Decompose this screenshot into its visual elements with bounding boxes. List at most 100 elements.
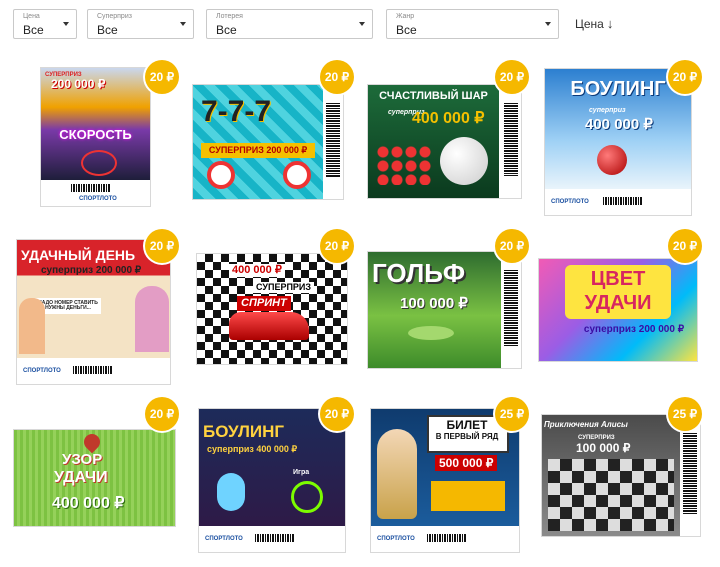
golf-green-icon [408,326,454,340]
ticket-footer: СПОРТЛОТО [371,526,519,552]
ticket-text: СКОРОСТЬ [59,127,132,142]
ticket-text: БОУЛИНГ [203,422,285,441]
ticket-text: В ПЕРВЫЙ РЯД [435,432,499,441]
ticket-text: СУПЕРПРИЗ [253,282,315,293]
superprize-filter-label: Суперприз [97,13,132,20]
barcode-icon [255,534,295,542]
ticket-art: ЦВЕТ УДАЧИ суперприз 200 000 ₽ [539,259,697,361]
barcode-icon [73,366,113,374]
balls-icon [376,145,432,185]
brand-logo: СПОРТЛОТО [23,368,61,374]
ticket-text: СПРИНТ [237,296,291,311]
ticket-footer: СПОРТЛОТО [41,180,150,206]
chevron-down-icon [180,22,186,26]
target-icon [283,161,311,189]
ticket-text: 400 000 ₽ [412,110,485,127]
sort-label: Цена [575,17,604,31]
tickets-illustration [431,481,505,511]
price-badge: 20 ₽ [145,60,179,94]
ticket-text: суперприз 400 000 ₽ [207,444,298,454]
ticket-art: УЗОР УДАЧИ 400 000 ₽ [14,430,175,526]
ticket-card-front-row[interactable]: БИЛЕТ В ПЕРВЫЙ РЯД 500 000 ₽ СПОРТЛОТО [370,408,520,553]
ticket-text: 7-7-7 [201,95,272,128]
bowling-ball-icon [291,481,323,513]
price-filter-value: Все [23,23,44,37]
ticket-text: 400 000 ₽ [585,116,653,133]
ticket-footer: СПОРТЛОТО [545,189,691,215]
barcode-icon [504,270,518,346]
ticket-text: суперприз 200 000 ₽ [41,265,142,276]
genre-filter-dropdown[interactable]: Жанр Все [386,9,559,39]
ticket-card-lucky-ball[interactable]: СЧАСТЛИВЫЙ ШАР суперприз 400 000 ₽ [367,84,522,199]
price-filter-dropdown[interactable]: Цена Все [13,9,77,39]
barcode-icon [427,534,467,542]
ticket-art: 400 000 ₽ СУПЕРПРИЗ СПРИНТ [197,254,347,364]
ticket-text: СУПЕРПРИЗ 200 000 ₽ [201,143,315,158]
ticket-card-golf[interactable]: ГОЛЬФ 100 000 ₽ [367,251,522,369]
ticket-art: СЧАСТЛИВЫЙ ШАР суперприз 400 000 ₽ [368,85,499,198]
barcode-icon [683,433,697,514]
barcode-icon [603,197,643,205]
ticket-text: 400 000 ₽ [229,264,285,277]
ticket-card-bowling-2[interactable]: БОУЛИНГ суперприз 400 000 ₽ Игра СПОРТЛО… [198,408,346,553]
ticket-text: УДАЧИ [584,292,652,314]
barcode-icon [326,103,340,177]
ticket-text: 200 000 ₽ [51,77,106,91]
ticket-card-777[interactable]: 7-7-7 СУПЕРПРИЗ 200 000 ₽ [192,84,344,200]
brand-logo: СПОРТЛОТО [377,536,415,542]
price-badge: 20 ₽ [495,229,529,263]
ticket-footer: СПОРТЛОТО [17,358,170,384]
lottery-filter-value: Все [216,23,237,37]
ticket-card-color-of-luck[interactable]: ЦВЕТ УДАЧИ суперприз 200 000 ₽ [538,258,698,362]
price-badge: 25 ₽ [668,397,702,431]
price-badge: 20 ₽ [668,60,702,94]
ticket-card-speed[interactable]: СУПЕРПРИЗ 200 000 ₽ СКОРОСТЬ СПОРТЛОТО [40,67,151,207]
brand-logo: СПОРТЛОТО [205,536,243,542]
price-badge: 20 ₽ [320,60,354,94]
price-badge: 25 ₽ [495,397,529,431]
price-badge: 20 ₽ [145,229,179,263]
ball-icon [440,137,488,185]
ticket-text: Приключения Алисы [544,420,628,429]
woman-illustration [135,286,169,352]
superprize-filter-dropdown[interactable]: Суперприз Все [87,9,194,39]
ticket-card-alice[interactable]: Приключения Алисы СУПЕРПРИЗ 100 000 ₽ [541,414,701,537]
ticket-text: суперприз [589,107,626,114]
barcode-icon [71,184,111,192]
chevron-down-icon [545,22,551,26]
ticket-art: БОУЛИНГ суперприз 400 000 ₽ Игра [199,409,345,526]
ticket-text: Игра [293,469,310,476]
sort-arrow-icon: ↓ [606,16,614,31]
ticket-art: Приключения Алисы СУПЕРПРИЗ 100 000 ₽ [542,415,680,536]
ticket-text: БОУЛИНГ [570,78,666,100]
heart-icon [80,430,104,454]
ticket-card-sprint[interactable]: 400 000 ₽ СУПЕРПРИЗ СПРИНТ [196,253,348,365]
lottery-filter-dropdown[interactable]: Лотерея Все [206,9,373,39]
barcode-icon [504,103,518,176]
ticket-text: суперприз 200 000 ₽ [583,324,685,335]
ticket-text: УДАЧИ [54,469,108,486]
chevron-down-icon [359,22,365,26]
ticket-text: 100 000 ₽ [400,295,468,312]
superprize-filter-value: Все [97,23,118,37]
ticket-text: 500 000 ₽ [435,455,498,471]
ticket-text: 400 000 ₽ [52,495,125,512]
ticket-text: УДАЧНЫЙ ДЕНЬ [21,247,136,263]
price-filter-label: Цена [23,13,40,20]
ticket-card-bowling[interactable]: БОУЛИНГ суперприз 400 000 ₽ СПОРТЛОТО [544,68,692,216]
sort-by-price-button[interactable]: Цена ↓ [575,16,613,31]
ticket-text: ЦВЕТ [590,268,646,290]
ticket-text: ГОЛЬФ [372,258,466,288]
price-badge: 20 ₽ [495,60,529,94]
ticket-card-pattern-of-luck[interactable]: УЗОР УДАЧИ 400 000 ₽ [13,429,176,527]
speedometer-icon [81,150,117,176]
ticket-card-lucky-day[interactable]: УДАЧНЫЙ ДЕНЬ суперприз 200 000 ₽ НАДО НО… [16,239,171,385]
ticket-text: 100 000 ₽ [576,441,631,455]
bowling-ball-icon [597,145,627,175]
ticket-art: УДАЧНЫЙ ДЕНЬ суперприз 200 000 ₽ НАДО НО… [17,240,170,358]
ticket-text: БИЛЕТ [446,418,488,432]
lottery-filter-label: Лотерея [216,13,243,20]
ticket-art: БОУЛИНГ суперприз 400 000 ₽ [545,69,691,189]
man-illustration [19,298,45,354]
ticket-text: УЗОР [62,451,103,468]
